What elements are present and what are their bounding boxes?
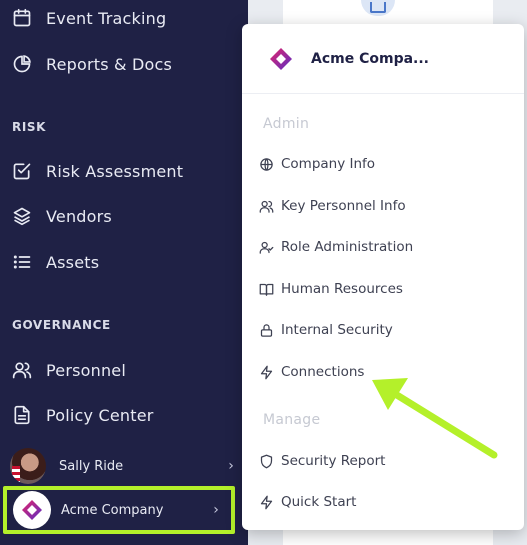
menu-item-human-resources[interactable]: Human Resources xyxy=(258,277,403,301)
sidebar-item-label: Risk Assessment xyxy=(46,161,184,181)
sidebar-item-assets[interactable]: Assets xyxy=(11,248,99,276)
users-icon xyxy=(11,359,33,381)
company-logo-icon xyxy=(13,491,51,529)
sidebar-item-label: Assets xyxy=(46,252,100,272)
menu-group-manage: Manage xyxy=(263,412,321,428)
sidebar-item-vendors[interactable]: Vendors xyxy=(11,202,112,230)
sidebar-item-risk-assessment[interactable]: Risk Assessment xyxy=(11,157,183,185)
sidebar: Event Tracking Reports & Docs RISK Risk … xyxy=(0,0,248,545)
shield-icon xyxy=(258,453,274,469)
user-profile-row[interactable]: Sally Ride › xyxy=(10,446,238,486)
sidebar-item-label: Policy Center xyxy=(46,405,154,425)
globe-icon xyxy=(258,156,274,172)
lightning-icon xyxy=(258,494,274,510)
avatar xyxy=(10,448,46,484)
menu-item-label: Role Administration xyxy=(281,239,414,255)
sidebar-item-label: Personnel xyxy=(46,360,126,380)
checkbox-icon xyxy=(11,160,33,182)
user-check-icon xyxy=(258,239,274,255)
book-icon xyxy=(258,281,274,297)
document-icon xyxy=(11,404,33,426)
sidebar-item-personnel[interactable]: Personnel xyxy=(11,356,126,384)
menu-group-admin: Admin xyxy=(263,116,310,132)
menu-item-internal-security[interactable]: Internal Security xyxy=(258,318,393,342)
sidebar-item-reports-docs[interactable]: Reports & Docs xyxy=(11,50,172,78)
lightning-icon xyxy=(258,364,274,380)
menu-company-title: Acme Compa... xyxy=(311,50,429,67)
chevron-right-icon: › xyxy=(228,458,234,474)
users-icon xyxy=(258,198,274,214)
menu-item-label: Company Info xyxy=(281,156,376,172)
company-dropdown-menu: Acme Compa... Admin Company Info Key Per… xyxy=(242,24,524,530)
menu-item-key-personnel-info[interactable]: Key Personnel Info xyxy=(258,194,406,218)
layers-icon xyxy=(11,205,33,227)
user-name: Sally Ride xyxy=(59,458,124,474)
menu-item-label: Connections xyxy=(281,364,365,380)
section-heading-risk: RISK xyxy=(12,120,47,134)
menu-item-role-administration[interactable]: Role Administration xyxy=(258,235,413,259)
menu-item-label: Key Personnel Info xyxy=(281,198,406,214)
menu-item-quick-start[interactable]: Quick Start xyxy=(258,490,356,514)
calendar-icon xyxy=(11,7,33,29)
sidebar-item-label: Vendors xyxy=(46,206,112,226)
menu-item-company-info[interactable]: Company Info xyxy=(258,152,375,176)
sidebar-item-label: Reports & Docs xyxy=(46,54,173,74)
sidebar-item-event-tracking[interactable]: Event Tracking xyxy=(11,4,166,32)
section-heading-governance: GOVERNANCE xyxy=(12,318,111,332)
company-switcher[interactable]: Acme Company › xyxy=(3,486,235,534)
menu-header: Acme Compa... xyxy=(242,24,524,94)
company-logo-icon xyxy=(270,47,292,70)
company-name: Acme Company xyxy=(61,502,164,518)
lock-icon xyxy=(258,322,274,338)
pie-chart-icon xyxy=(11,53,33,75)
sidebar-item-policy-center[interactable]: Policy Center xyxy=(11,401,154,429)
menu-item-label: Quick Start xyxy=(281,494,357,510)
sidebar-item-label: Event Tracking xyxy=(46,8,167,28)
menu-item-security-report[interactable]: Security Report xyxy=(258,449,385,473)
menu-item-label: Security Report xyxy=(281,453,386,469)
menu-item-label: Human Resources xyxy=(281,281,403,297)
menu-item-label: Internal Security xyxy=(281,322,393,338)
chevron-right-icon: › xyxy=(213,502,219,518)
list-icon xyxy=(11,251,33,273)
menu-item-connections[interactable]: Connections xyxy=(258,360,364,384)
